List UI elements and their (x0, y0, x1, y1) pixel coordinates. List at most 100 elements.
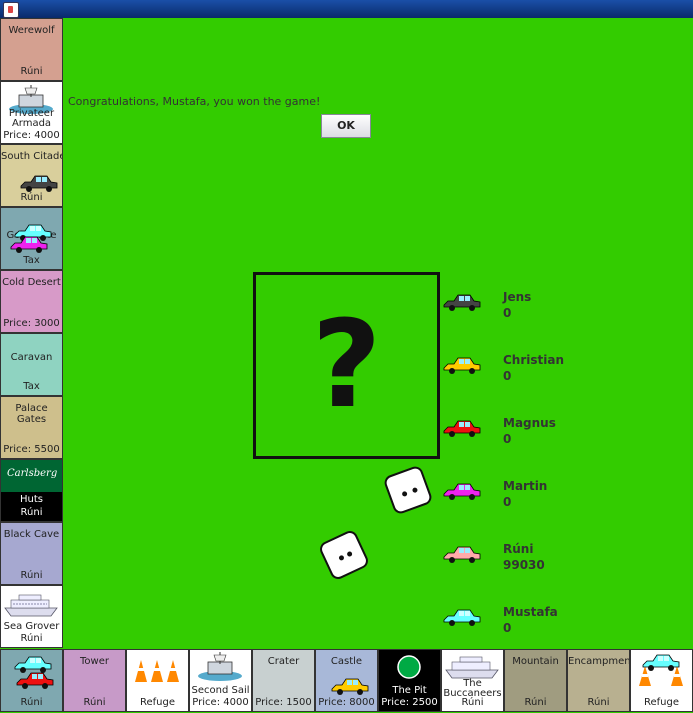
tile-name: Werewolf (8, 25, 55, 36)
tile-south-citadel[interactable]: South Citadel Rúni (0, 144, 63, 207)
carlsberg-logo: Carlsberg (7, 468, 58, 479)
tile-privateer-armada[interactable]: Privateer Armada Price: 4000 (0, 81, 63, 144)
tile-name: Huts (20, 494, 43, 505)
player-panel-christian: Christian 0 (440, 351, 640, 391)
game-board: Werewolf Rúni Privateer Armada Price: 40… (0, 18, 693, 713)
tile-owner: Rúni (20, 697, 43, 708)
player-name: Magnus (503, 416, 556, 430)
tile-gold-mine[interactable]: Gold Mine Tax (0, 207, 63, 270)
tile-huts[interactable]: Carlsberg Huts Rúni (0, 459, 63, 522)
tile-price: Price: 1500 (255, 697, 312, 708)
player-name: Mustafa (503, 605, 558, 619)
tile-refuge-corner[interactable]: Refuge (630, 649, 693, 712)
car-token-icon (20, 175, 58, 192)
die-icon[interactable] (382, 464, 434, 516)
tile-name: South Citadel (1, 151, 63, 162)
window-titlebar (0, 0, 693, 18)
car-token-icon (443, 546, 481, 563)
tile-second-sail[interactable]: Second Sail Price: 4000 (189, 649, 252, 712)
tile-name: Palace Gates (15, 403, 48, 425)
player-panel-magnus: Magnus 0 (440, 414, 640, 454)
player-name: Rúni (503, 542, 534, 556)
tile-name: Mountain (512, 656, 559, 667)
player-score: 99030 (503, 558, 545, 572)
car-token-icon (642, 654, 680, 671)
player-panel-martin: Martin 0 (440, 477, 640, 517)
car-token-icon (443, 420, 481, 437)
tile-name: Caravan (10, 352, 53, 363)
tile-footer: Tax (23, 381, 40, 392)
tile-price: Price: 5500 (3, 444, 60, 455)
tile-price: Price: 8000 (318, 697, 375, 708)
tile-owner: Rúni (20, 633, 43, 644)
ship-icon (198, 652, 242, 681)
tile-name: Refuge (139, 697, 175, 708)
tile-owner: Rúni (524, 697, 547, 708)
tile-price: Price: 4000 (192, 697, 249, 708)
player-name: Martin (503, 479, 548, 493)
traffic-cones-icon (135, 660, 179, 682)
player-name: Jens (503, 290, 532, 304)
tile-footer: Tax (23, 255, 40, 266)
cruise-ship-icon (445, 656, 499, 679)
tile-name: Crater (267, 656, 300, 667)
tile-owner: Rúni (83, 697, 106, 708)
tile-crater[interactable]: Crater Price: 1500 (252, 649, 315, 712)
tile-owner: Rúni (461, 697, 484, 708)
player-score: 0 (503, 369, 512, 383)
tile-refuge[interactable]: Refuge (126, 649, 189, 712)
tile-name: Castle (330, 656, 363, 667)
car-token-icon (443, 357, 481, 374)
player-panel-runi: Rúni 99030 (440, 540, 640, 580)
tile-corner-bottom-left[interactable]: Rúni (0, 649, 63, 712)
tile-price: Price: 4000 (3, 130, 60, 141)
tile-owner: Rúni (20, 507, 43, 518)
car-token-icon (331, 678, 369, 695)
tile-the-pit[interactable]: The Pit Price: 2500 (378, 649, 441, 712)
player-panel-mustafa: Mustafa 0 (440, 603, 640, 643)
tile-price: Price: 2500 (381, 697, 438, 708)
tile-caravan[interactable]: Caravan Tax (0, 333, 63, 396)
tile-mountain[interactable]: Mountain Rúni (504, 649, 567, 712)
tile-name: Second Sail (191, 685, 250, 696)
tile-name: Encampment (568, 656, 630, 667)
player-score: 0 (503, 621, 512, 635)
car-token-icon (443, 609, 481, 626)
tile-tower[interactable]: Tower Rúni (63, 649, 126, 712)
tile-owner: Rúni (587, 697, 610, 708)
java-icon (3, 2, 19, 18)
player-name: Christian (503, 353, 565, 367)
tile-owner: Rúni (20, 192, 43, 203)
player-score: 0 (503, 432, 512, 446)
die-icon[interactable] (317, 528, 371, 582)
player-score: 0 (503, 495, 512, 509)
tile-castle[interactable]: Castle Price: 8000 (315, 649, 378, 712)
tile-encampment[interactable]: Encampment Rúni (567, 649, 630, 712)
tile-owner: Rúni (20, 66, 43, 77)
tile-name: The Buccaneers (443, 678, 502, 699)
question-mark-icon: ? (311, 296, 382, 435)
tile-palace-gates[interactable]: Palace Gates Price: 5500 (0, 396, 63, 459)
tile-name: Sea Grover (3, 621, 60, 632)
player-panel-jens: Jens 0 (440, 288, 640, 328)
tile-name: Black Cave (3, 529, 60, 540)
ok-button[interactable]: OK (321, 114, 371, 138)
player-score: 0 (503, 306, 512, 320)
car-token-icon (443, 483, 481, 500)
tuborg-logo-icon (397, 655, 421, 679)
tile-cold-desert[interactable]: Cold Desert Price: 3000 (0, 270, 63, 333)
tile-name: Cold Desert (2, 277, 61, 288)
car-token-icon (443, 294, 481, 311)
chance-card-box[interactable]: ? (253, 272, 440, 459)
tile-name: Privateer Armada (8, 108, 55, 129)
cruise-ship-icon (4, 594, 58, 617)
win-message: Congratulations, Mustafa, you won the ga… (68, 95, 321, 108)
car-token-icon (16, 672, 54, 689)
tile-black-cave[interactable]: Black Cave Rúni (0, 522, 63, 585)
tile-the-buccaneers[interactable]: The Buccaneers Rúni (441, 649, 504, 712)
tile-name: Refuge (643, 697, 679, 708)
tile-owner: Rúni (20, 570, 43, 581)
tile-sea-grover[interactable]: Sea Grover Rúni (0, 585, 63, 648)
tile-name: Tower (80, 656, 109, 667)
tile-werewolf[interactable]: Werewolf Rúni (0, 18, 63, 81)
